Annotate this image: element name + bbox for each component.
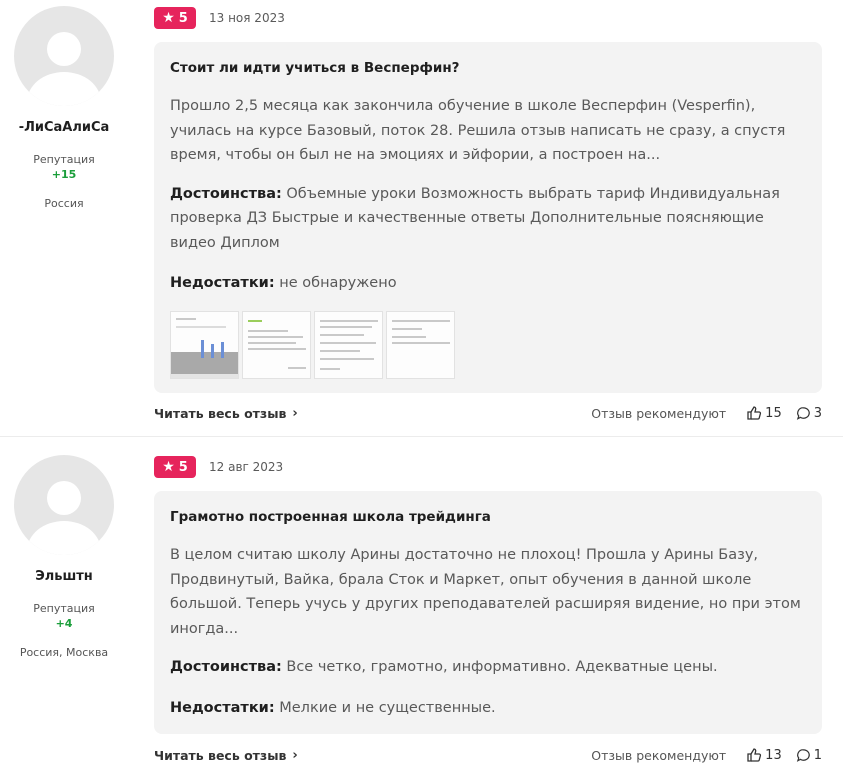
review-item: Эльштн Репутация +4 Россия, Москва ★ 5 1…	[0, 438, 843, 777]
review-item: -ЛиСаАлиСа Репутация +15 Россия ★ 5 13 н…	[0, 0, 843, 437]
review-date: 12 авг 2023	[209, 460, 284, 474]
comments-button[interactable]: 3	[796, 406, 822, 421]
like-count: 13	[765, 747, 782, 763]
like-count: 15	[765, 405, 782, 421]
review-cons: Недостатки: Мелкие и не существенные.	[170, 696, 806, 721]
review-pros: Достоинства: Объемные уроки Возможность …	[170, 182, 806, 256]
reputation-label: Репутация	[33, 153, 95, 166]
rating-badge: ★ 5	[154, 7, 196, 29]
review-footer: Читать весь отзыв › Отзыв рекомендуют 13…	[154, 745, 822, 765]
comment-icon	[796, 748, 810, 762]
pros-text: Все четко, грамотно, информативно. Адекв…	[286, 659, 718, 675]
review-author: -ЛиСаАлиСа Репутация +15 Россия	[0, 6, 128, 210]
comment-count: 1	[813, 747, 822, 763]
review-photos	[170, 310, 806, 379]
review-footer: Читать весь отзыв › Отзыв рекомендуют 15…	[154, 403, 822, 423]
avatar[interactable]	[14, 455, 114, 555]
author-location: Россия, Москва	[19, 646, 109, 659]
review-title[interactable]: Стоит ли идти учиться в Весперфин?	[170, 60, 806, 76]
review-cons: Недостатки: не обнаружено	[170, 271, 806, 296]
thumbs-up-icon	[747, 748, 762, 762]
review-card: Грамотно построенная школа трейдинга В ц…	[154, 491, 822, 734]
avatar-placeholder-icon	[47, 481, 81, 515]
thumbs-up-icon	[747, 406, 762, 420]
read-full-review-link[interactable]: Читать весь отзыв ›	[154, 406, 298, 421]
avatar[interactable]	[14, 6, 114, 106]
review-pros: Достоинства: Все четко, грамотно, информ…	[170, 655, 806, 680]
author-location: Россия	[44, 197, 84, 210]
comments-button[interactable]: 1	[796, 748, 822, 763]
pros-label: Достоинства:	[170, 659, 282, 675]
pros-label: Достоинства:	[170, 185, 282, 202]
review-excerpt: В целом считаю школу Арины достаточно не…	[170, 547, 801, 637]
author-name[interactable]: Эльштн	[0, 569, 128, 584]
star-icon: ★	[162, 10, 175, 26]
cons-label: Недостатки:	[170, 699, 275, 716]
recommend-label: Отзыв рекомендуют	[591, 747, 727, 763]
reputation-value: +15	[51, 168, 77, 181]
author-name[interactable]: -ЛиСаАлиСа	[0, 120, 128, 135]
cons-label: Недостатки:	[170, 275, 275, 291]
rating-row: ★ 5 12 авг 2023	[154, 456, 283, 478]
recommend-label: Отзыв рекомендуют	[591, 405, 727, 421]
review-excerpt: Прошло 2,5 месяца как закончила обучение…	[170, 98, 786, 163]
cons-text: Мелкие и не существенные.	[279, 699, 496, 716]
comment-icon	[796, 406, 810, 420]
like-button[interactable]: 13	[746, 747, 782, 763]
like-button[interactable]: 15	[746, 405, 782, 421]
review-photo-thumbnail[interactable]	[314, 310, 383, 379]
review-photo-thumbnail[interactable]	[170, 310, 239, 379]
review-photo-thumbnail[interactable]	[242, 310, 311, 379]
chevron-right-icon: ›	[292, 747, 298, 763]
rating-badge: ★ 5	[154, 456, 196, 478]
review-photo-thumbnail[interactable]	[386, 310, 455, 379]
read-more-label: Читать весь отзыв	[154, 747, 287, 763]
review-date: 13 ноя 2023	[209, 11, 285, 25]
rating-value: 5	[178, 459, 188, 475]
review-author: Эльштн Репутация +4 Россия, Москва	[0, 455, 128, 659]
rating-row: ★ 5 13 ноя 2023	[154, 7, 285, 29]
reputation-value: +4	[55, 617, 73, 630]
cons-text: не обнаружено	[279, 275, 397, 291]
comment-count: 3	[813, 405, 822, 421]
avatar-placeholder-icon	[47, 32, 81, 66]
read-more-label: Читать весь отзыв	[154, 405, 287, 421]
review-title[interactable]: Грамотно построенная школа трейдинга	[170, 509, 806, 525]
star-icon: ★	[162, 459, 175, 475]
chevron-right-icon: ›	[292, 405, 298, 421]
rating-value: 5	[178, 10, 188, 26]
read-full-review-link[interactable]: Читать весь отзыв ›	[154, 748, 298, 763]
review-card: Стоит ли идти учиться в Весперфин? Прошл…	[154, 42, 822, 393]
reputation-label: Репутация	[33, 602, 95, 615]
